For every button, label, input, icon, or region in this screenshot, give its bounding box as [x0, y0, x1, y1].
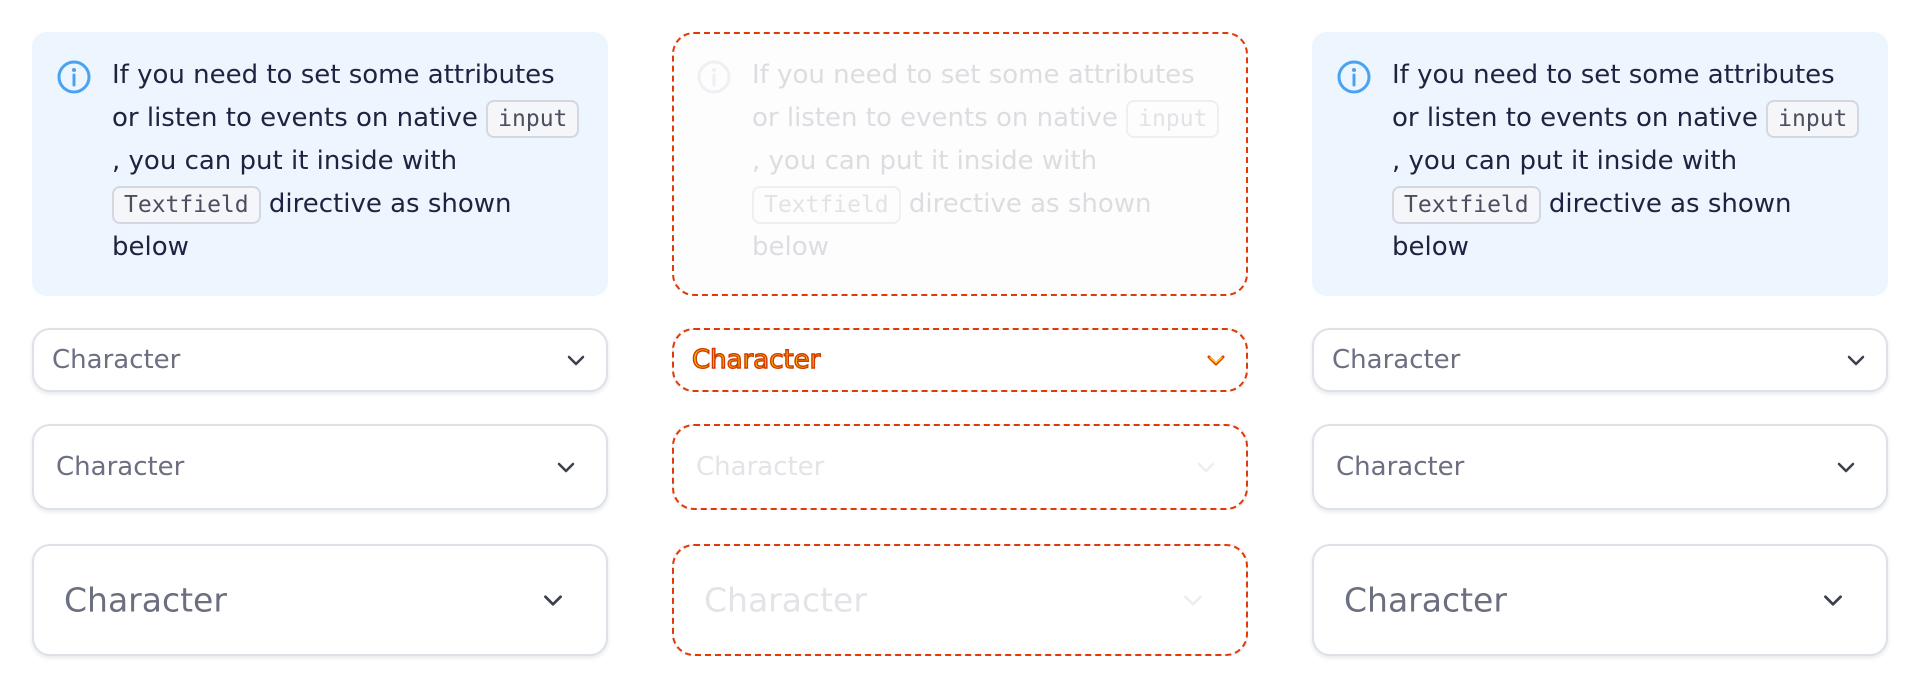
panel-column-3: If you need to set some attributes or li… — [1280, 0, 1920, 688]
code-input: input — [1766, 100, 1860, 138]
chevron-down-icon — [1197, 462, 1215, 473]
chevron-down-icon — [557, 462, 575, 473]
code-input: input — [486, 100, 580, 138]
select-placeholder: Character — [1332, 345, 1461, 375]
select-placeholder: Character — [1336, 452, 1465, 482]
info-callout: If you need to set some attributes or li… — [32, 32, 608, 296]
callout-text: If you need to set some attributes or li… — [1392, 54, 1862, 269]
chevron-down-icon — [1847, 355, 1865, 366]
info-icon — [697, 60, 731, 94]
select-placeholder: Character — [691, 344, 821, 376]
character-select-small[interactable]: Character — [1312, 328, 1888, 392]
character-select-small[interactable]: Character — [672, 328, 1248, 392]
character-select-medium[interactable]: Character — [32, 424, 608, 510]
code-input: input — [1126, 100, 1220, 138]
character-select-medium[interactable]: Character — [672, 424, 1248, 510]
chevron-down-icon — [1207, 355, 1225, 366]
info-icon — [57, 60, 91, 94]
select-placeholder: Character — [704, 580, 867, 620]
character-select-large[interactable]: Character — [1312, 544, 1888, 656]
callout-text-part: , you can put it inside with — [112, 146, 458, 176]
select-placeholder: Character — [64, 580, 227, 620]
chevron-down-icon — [1824, 595, 1842, 606]
chevron-down-icon — [544, 595, 562, 606]
character-select-large[interactable]: Character — [32, 544, 608, 656]
code-textfield: Textfield — [112, 186, 261, 224]
callout-text-part: , you can put it inside with — [1392, 146, 1738, 176]
chevron-down-icon — [1837, 462, 1855, 473]
character-select-large[interactable]: Character — [672, 544, 1248, 656]
chevron-down-icon — [567, 355, 585, 366]
callout-text: If you need to set some attributes or li… — [752, 54, 1222, 269]
character-select-medium[interactable]: Character — [1312, 424, 1888, 510]
info-callout: If you need to set some attributes or li… — [1312, 32, 1888, 296]
code-textfield: Textfield — [1392, 186, 1541, 224]
select-placeholder: Character — [696, 452, 825, 482]
info-callout: If you need to set some attributes or li… — [672, 32, 1248, 296]
panel-column-1: If you need to set some attributes or li… — [0, 0, 640, 688]
chevron-down-icon — [1184, 595, 1202, 606]
panel-column-2: If you need to set some attributes or li… — [640, 0, 1280, 688]
select-placeholder: Character — [52, 345, 181, 375]
callout-text-part: , you can put it inside with — [752, 146, 1098, 176]
select-placeholder: Character — [1344, 580, 1507, 620]
select-placeholder: Character — [56, 452, 185, 482]
character-select-small[interactable]: Character — [32, 328, 608, 392]
info-icon — [1337, 60, 1371, 94]
code-textfield: Textfield — [752, 186, 901, 224]
callout-text: If you need to set some attributes or li… — [112, 54, 582, 269]
